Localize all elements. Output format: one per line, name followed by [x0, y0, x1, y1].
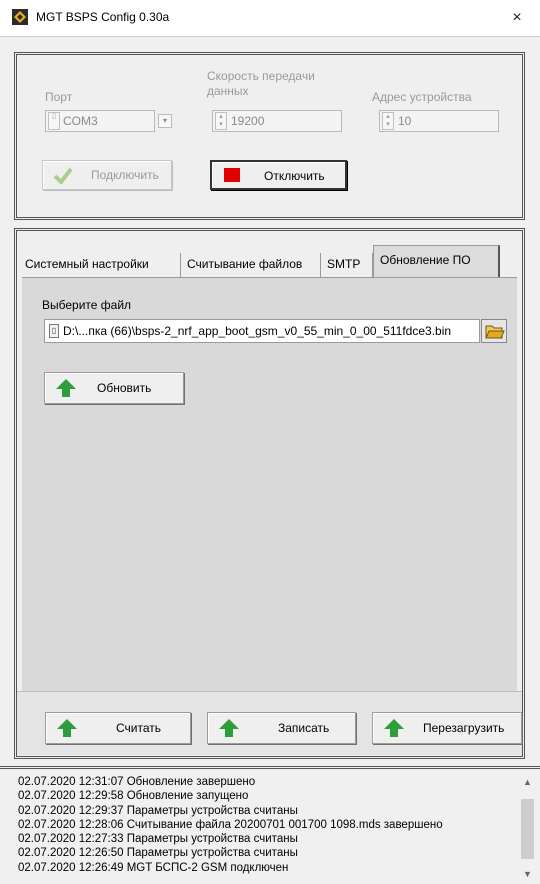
log-panel[interactable]: 02.07.2020 12:31:07 Обновление завершено… [0, 766, 540, 884]
stop-icon [224, 168, 240, 182]
write-label: Записать [278, 721, 330, 735]
address-field[interactable]: ▴ ▾ 10 [379, 110, 499, 132]
tab-system-settings[interactable]: Системный настройки [19, 253, 181, 277]
update-label: Обновить [97, 381, 152, 395]
chevron-down-icon[interactable]: ▾ [158, 114, 172, 128]
port-select[interactable]: ▯ COM3 ▾ [45, 110, 172, 132]
window-title: MGT BSPS Config 0.30a [36, 10, 170, 24]
browse-button[interactable] [481, 319, 507, 343]
title-bar: MGT BSPS Config 0.30a × [0, 0, 540, 37]
scroll-up-icon[interactable]: ▲ [519, 775, 536, 789]
up-arrow-icon [57, 719, 77, 737]
connect-label: Подключить [91, 168, 159, 182]
log-line: 02.07.2020 12:29:37 Параметры устройства… [18, 804, 298, 817]
app-icon [12, 9, 28, 25]
read-button[interactable]: Считать [45, 712, 191, 744]
log-line: 02.07.2020 12:26:49 MGT БСПС-2 GSM подкл… [18, 861, 289, 874]
scrollbar-thumb[interactable] [521, 799, 534, 859]
connect-button[interactable]: Подключить [42, 160, 172, 190]
up-arrow-icon [56, 379, 76, 397]
tab-row: Системный настройки Считывание файлов SM… [17, 243, 522, 277]
port-icon: ▯ [48, 112, 60, 130]
baud-label: Скорость передачи данных [207, 69, 315, 98]
scroll-down-icon[interactable]: ▼ [519, 867, 536, 881]
address-value: 10 [398, 114, 412, 128]
file-label: Выберите файл [42, 298, 132, 312]
spinner-icon[interactable]: ▴ ▾ [215, 112, 227, 130]
log-list: 02.07.2020 12:31:07 Обновление завершено… [18, 775, 508, 883]
path-icon: ▯ [49, 324, 59, 338]
tab-firmware-update[interactable]: Обновление ПО [373, 245, 500, 277]
port-value: COM3 [63, 114, 98, 128]
file-path-field[interactable]: ▯ D:\...пка (66)\bsps-2_nrf_app_boot_gsm… [44, 319, 480, 343]
update-button[interactable]: Обновить [44, 372, 184, 404]
file-path-value: D:\...пка (66)\bsps-2_nrf_app_boot_gsm_v… [63, 324, 452, 338]
reboot-label: Перезагрузить [423, 721, 505, 735]
log-line: 02.07.2020 12:28:06 Считывание файла 202… [18, 818, 443, 831]
log-line: 02.07.2020 12:29:58 Обновление запущено [18, 790, 249, 803]
log-line: 02.07.2020 12:26:50 Параметры устройства… [18, 847, 298, 860]
read-label: Считать [116, 721, 162, 735]
log-line: 02.07.2020 12:27:33 Параметры устройства… [18, 833, 298, 846]
log-scrollbar[interactable]: ▲ ▼ [519, 775, 536, 881]
address-label: Адрес устройства [372, 90, 472, 104]
checkmark-icon [53, 167, 73, 184]
baud-field[interactable]: ▴ ▾ 19200 [212, 110, 342, 132]
close-icon[interactable]: × [494, 0, 540, 36]
connection-panel: Порт ▯ COM3 ▾ Скорость передачи данных ▴… [14, 52, 525, 220]
tab-smtp[interactable]: SMTP [321, 253, 373, 277]
write-button[interactable]: Записать [207, 712, 356, 744]
log-line: 02.07.2020 12:31:07 Обновление завершено [18, 776, 256, 788]
disconnect-button[interactable]: Отключить [210, 160, 347, 190]
spinner-icon[interactable]: ▴ ▾ [382, 112, 394, 130]
disconnect-label: Отключить [264, 169, 325, 183]
tab-file-reading[interactable]: Считывание файлов [181, 253, 321, 277]
up-arrow-icon [384, 719, 404, 737]
baud-value: 19200 [231, 114, 265, 128]
folder-icon [485, 325, 505, 339]
reboot-button[interactable]: Перезагрузить [372, 712, 522, 744]
up-arrow-icon [219, 719, 239, 737]
port-label: Порт [45, 90, 73, 104]
